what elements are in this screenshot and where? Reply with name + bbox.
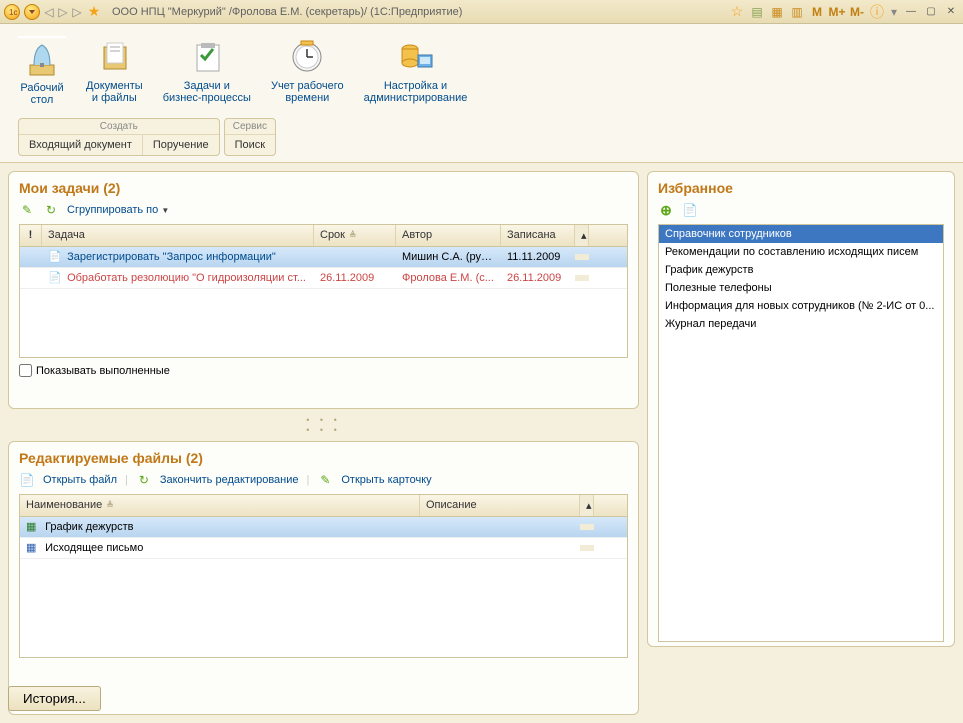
task-icon: 📄 xyxy=(48,250,64,264)
incoming-doc-button[interactable]: Входящий документ xyxy=(19,135,143,155)
nav-fwd2-icon[interactable]: ▷ xyxy=(72,4,82,20)
m-minus-button[interactable]: M- xyxy=(849,5,865,19)
col-scroll-marker: ▴ xyxy=(575,225,589,246)
word-icon: ▦ xyxy=(26,541,42,555)
info-icon[interactable]: ⓘ xyxy=(869,4,885,20)
tab-desktop[interactable]: Рабочий стол xyxy=(18,36,66,106)
refresh-icon[interactable]: ↻ xyxy=(43,202,59,218)
tab-settings-label: Настройка и администрирование xyxy=(364,80,468,104)
task-icon: 📄 xyxy=(48,271,64,285)
tab-time[interactable]: Учет рабочего времени xyxy=(271,36,344,106)
tab-time-label: Учет рабочего времени xyxy=(271,80,344,104)
col-desc[interactable]: Описание xyxy=(420,495,580,516)
favorite-item[interactable]: Журнал передачи xyxy=(659,315,943,333)
m-plus-button[interactable]: M+ xyxy=(829,5,845,19)
titlebar: 1c ◁ ▷ ▷ ★ ООО НПЦ "Меркурий" /Фролова Е… xyxy=(0,0,963,24)
add-favorite-icon[interactable]: ⊕ xyxy=(658,202,674,218)
col-scroll-marker: ▴ xyxy=(580,495,594,516)
task-row[interactable]: 📄 Зарегистрировать "Запрос информации" М… xyxy=(20,247,627,268)
tab-documents[interactable]: Документы и файлы xyxy=(86,36,143,106)
main-toolbar: Рабочий стол Документы и файлы Задачи и … xyxy=(0,24,963,163)
sub-group-create-header: Создать xyxy=(19,119,219,135)
excel-icon: ▦ xyxy=(26,520,42,534)
favorite-item[interactable]: Информация для новых сотрудников (№ 2-ИС… xyxy=(659,297,943,315)
open-card-button[interactable]: Открыть карточку xyxy=(341,474,431,486)
panel-separator[interactable]: • • •• • • xyxy=(8,413,639,437)
document-icon[interactable]: 📄 xyxy=(682,202,698,218)
sub-group-service: Сервис Поиск xyxy=(224,118,276,156)
settings-icon xyxy=(392,36,440,76)
files-grid: Наименование≜ Описание ▴ ▦ График дежурс… xyxy=(19,494,628,658)
favorite-item[interactable]: Полезные телефоны xyxy=(659,279,943,297)
calc-icon[interactable]: ▦ xyxy=(769,4,785,20)
show-done-input[interactable] xyxy=(19,364,32,377)
calendar-icon[interactable]: ▥ xyxy=(789,4,805,20)
tab-documents-label: Документы и файлы xyxy=(86,80,143,104)
col-priority[interactable]: ! xyxy=(20,225,42,246)
star-icon[interactable]: ☆ xyxy=(729,4,745,20)
assignment-button[interactable]: Поручение xyxy=(143,135,219,155)
tasks-icon xyxy=(183,36,231,76)
tasks-panel: Мои задачи (2) ✎ ↻ Сгруппировать по ▼ ! … xyxy=(8,171,639,409)
open-file-button[interactable]: Открыть файл xyxy=(43,474,117,486)
svg-text:1c: 1c xyxy=(9,8,17,17)
clock-icon xyxy=(283,36,331,76)
favorite-icon[interactable]: ★ xyxy=(86,4,102,20)
favorite-item[interactable]: Рекомендации по составлению исходящих пи… xyxy=(659,243,943,261)
nav-fwd-icon[interactable]: ▷ xyxy=(58,4,68,20)
maximize-button[interactable]: ▢ xyxy=(923,5,939,19)
desktop-icon xyxy=(18,38,66,78)
nav-back-icon[interactable]: ◁ xyxy=(44,4,54,20)
tasks-title: Мои задачи (2) xyxy=(19,180,628,196)
app-icon: 1c xyxy=(4,4,20,20)
files-panel: Редактируемые файлы (2) 📄 Открыть файл |… xyxy=(8,441,639,715)
history-button[interactable]: История... xyxy=(8,686,101,711)
favorites-list: Справочник сотрудников Рекомендации по с… xyxy=(658,224,944,642)
file-row[interactable]: ▦ График дежурств xyxy=(20,517,627,538)
files-title: Редактируемые файлы (2) xyxy=(19,450,628,466)
card-icon: ✎ xyxy=(317,472,333,488)
favorites-panel: Избранное ⊕ 📄 Справочник сотрудников Рек… xyxy=(647,171,955,647)
close-button[interactable]: ✕ xyxy=(943,5,959,19)
m-button[interactable]: M xyxy=(809,5,825,19)
favorites-title: Избранное xyxy=(658,180,944,196)
col-author[interactable]: Автор xyxy=(396,225,501,246)
show-done-checkbox[interactable]: Показывать выполненные xyxy=(19,358,628,377)
minimize-button[interactable]: — xyxy=(903,5,919,19)
favorite-item[interactable]: График дежурств xyxy=(659,261,943,279)
sub-group-create: Создать Входящий документ Поручение xyxy=(18,118,220,156)
dropdown-icon[interactable] xyxy=(24,4,40,20)
finish-editing-button[interactable]: Закончить редактирование xyxy=(160,474,299,486)
tasks-grid: ! Задача Срок≜ Автор Записана ▴ 📄 Зареги… xyxy=(19,224,628,358)
task-row[interactable]: 📄 Обработать резолюцию "О гидроизоляции … xyxy=(20,268,627,289)
info-dropdown-icon[interactable]: ▾ xyxy=(889,4,899,20)
col-task[interactable]: Задача xyxy=(42,225,314,246)
finish-icon: ↻ xyxy=(136,472,152,488)
tab-desktop-label: Рабочий стол xyxy=(20,82,63,106)
tab-tasks-label: Задачи и бизнес-процессы xyxy=(163,80,251,104)
favorite-item[interactable]: Справочник сотрудников xyxy=(659,225,943,243)
col-deadline[interactable]: Срок≜ xyxy=(314,225,396,246)
edit-icon[interactable]: ✎ xyxy=(19,202,35,218)
show-done-label: Показывать выполненные xyxy=(36,365,170,377)
file-icon: 📄 xyxy=(19,472,35,488)
documents-icon xyxy=(90,36,138,76)
tab-settings[interactable]: Настройка и администрирование xyxy=(364,36,468,106)
file-row[interactable]: ▦ Исходящее письмо xyxy=(20,538,627,559)
col-recorded[interactable]: Записана xyxy=(501,225,575,246)
group-by-dropdown[interactable]: Сгруппировать по ▼ xyxy=(67,204,169,216)
tab-tasks[interactable]: Задачи и бизнес-процессы xyxy=(163,36,251,106)
window-title: ООО НПЦ "Меркурий" /Фролова Е.М. (секрет… xyxy=(112,6,462,18)
col-name[interactable]: Наименование≜ xyxy=(20,495,420,516)
search-button[interactable]: Поиск xyxy=(225,135,275,155)
clipboard-icon[interactable]: ▤ xyxy=(749,4,765,20)
sub-group-service-header: Сервис xyxy=(225,119,275,135)
